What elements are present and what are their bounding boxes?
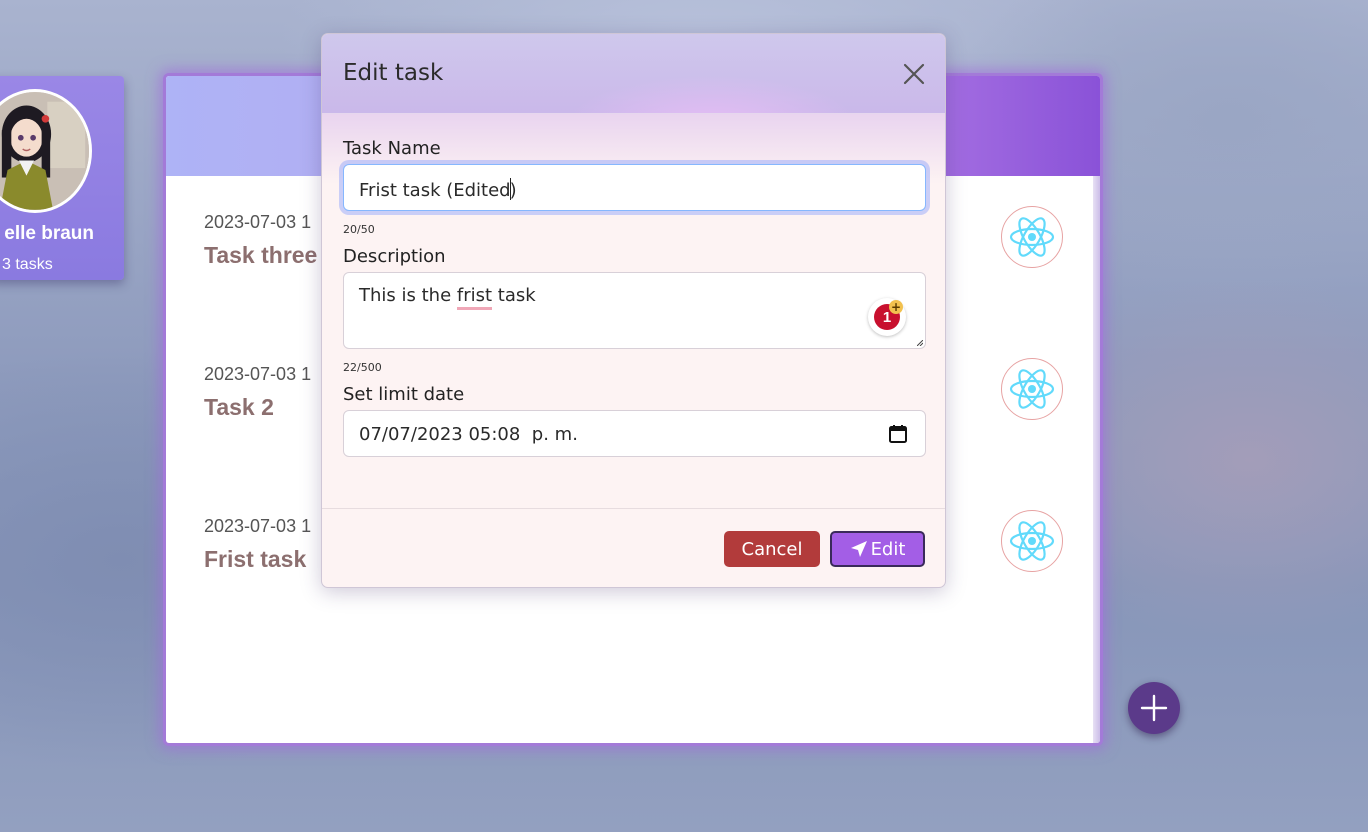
react-logo-icon (1001, 206, 1063, 268)
limit-date-value: 07/07/2023 05:08 p. m. (359, 424, 578, 445)
modal-header: Edit task (322, 34, 945, 114)
grammar-plus-icon: + (889, 300, 903, 314)
task-name-label: Task Name (343, 138, 441, 159)
task-name-value: Frist task (Edited (359, 180, 511, 201)
task-title: Frist task (204, 546, 307, 572)
modal-title: Edit task (343, 60, 444, 86)
task-date: 2023-07-03 1 (204, 516, 312, 536)
avatar-illustration (0, 92, 89, 210)
send-icon (850, 541, 867, 557)
react-logo-icon (1001, 510, 1063, 572)
profile-task-count: 3 tasks (2, 256, 53, 273)
description-text: This is the (359, 285, 457, 306)
description-textarea[interactable]: This is the frist task 1 + (343, 272, 926, 349)
task-date: 2023-07-03 1 (204, 212, 312, 232)
grammar-checker-badge[interactable]: 1 + (868, 298, 906, 336)
task-date: 2023-07-03 1 (204, 364, 312, 384)
profile-card[interactable]: elle braun 3 tasks (0, 76, 124, 280)
task-title: Task 2 (204, 394, 274, 420)
spelling-flag[interactable]: frist (456, 285, 493, 310)
profile-name: elle braun (4, 223, 94, 244)
calendar-icon[interactable] (888, 424, 908, 444)
add-task-button[interactable] (1128, 682, 1180, 734)
edit-button-label: Edit (870, 538, 906, 560)
limit-date-input[interactable]: 07/07/2023 05:08 p. m. (343, 410, 926, 457)
limit-date-label: Set limit date (343, 384, 465, 405)
task-title: Task three (204, 242, 318, 268)
resize-handle-icon[interactable] (917, 340, 923, 346)
close-icon (903, 63, 925, 85)
edit-button[interactable]: Edit (830, 531, 925, 567)
modal-footer: Cancel Edit (322, 508, 945, 587)
task-name-value-end: ) (509, 180, 517, 201)
description-counter: 22/500 (343, 361, 382, 374)
task-name-input[interactable]: Frist task (Edited) (343, 164, 926, 211)
plus-icon (1140, 694, 1168, 722)
task-name-counter: 20/50 (343, 223, 375, 236)
avatar (0, 89, 92, 213)
description-label: Description (343, 246, 446, 267)
react-logo-icon (1001, 358, 1063, 420)
cancel-button[interactable]: Cancel (724, 531, 820, 567)
scrollbar[interactable] (1093, 176, 1100, 743)
edit-task-modal: Edit task Task Name Frist task (Edited) … (321, 33, 946, 588)
description-text-end: task (492, 285, 536, 306)
close-button[interactable] (901, 61, 927, 87)
